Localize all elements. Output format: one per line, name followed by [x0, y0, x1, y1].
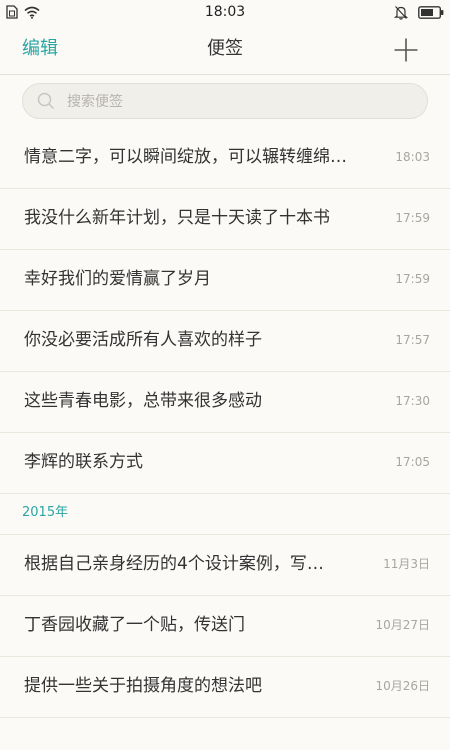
note-time: 17:05	[395, 455, 430, 469]
nav-bar: 编辑 便签	[0, 26, 450, 75]
note-row[interactable]: 丁香园收藏了一个贴，传送门 10月27日	[0, 596, 450, 657]
note-time: 10月26日	[375, 679, 430, 693]
search-icon	[37, 92, 55, 110]
note-time: 10月27日	[375, 618, 430, 632]
note-time: 17:57	[395, 333, 430, 347]
edit-button[interactable]: 编辑	[22, 36, 58, 62]
section-title: 2015年	[22, 505, 69, 520]
note-time: 17:30	[395, 394, 430, 408]
note-row[interactable]: 我没什么新年计划，只是十天读了十本书 17:59	[0, 189, 450, 250]
add-note-button[interactable]	[394, 38, 418, 62]
note-title: 这些青春电影，总带来很多感动	[24, 391, 262, 411]
note-row[interactable]: 李辉的联系方式 17:05	[0, 433, 450, 494]
status-bar: 18:03	[0, 0, 450, 26]
bell-off-icon	[394, 5, 408, 20]
note-title: 我没什么新年计划，只是十天读了十本书	[24, 208, 330, 228]
note-title: 根据自己亲身经历的4个设计案例，写…	[24, 554, 324, 574]
section-header-2015: 2015年	[0, 494, 450, 535]
note-row[interactable]: 提供一些关于拍摄角度的想法吧 10月26日	[0, 657, 450, 718]
note-row[interactable]: 情意二字，可以瞬间绽放，可以辗转缠绵… 18:03	[0, 128, 450, 189]
plus-icon	[394, 38, 418, 62]
note-time: 11月3日	[383, 557, 430, 571]
page-title: 便签	[207, 38, 243, 59]
note-time: 18:03	[395, 150, 430, 164]
note-time: 17:59	[395, 211, 430, 225]
note-row[interactable]: 你没必要活成所有人喜欢的样子 17:57	[0, 311, 450, 372]
note-title: 丁香园收藏了一个贴，传送门	[24, 615, 245, 635]
note-row[interactable]: 幸好我们的爱情赢了岁月 17:59	[0, 250, 450, 311]
note-row[interactable]: 根据自己亲身经历的4个设计案例，写… 11月3日	[0, 535, 450, 596]
search-bar[interactable]	[22, 83, 428, 119]
status-time: 18:03	[204, 4, 246, 20]
note-time: 17:59	[395, 272, 430, 286]
battery-icon	[418, 5, 444, 19]
note-title: 提供一些关于拍摄角度的想法吧	[24, 676, 262, 696]
notes-list: 情意二字，可以瞬间绽放，可以辗转缠绵… 18:03 我没什么新年计划，只是十天读…	[0, 128, 450, 718]
note-title: 你没必要活成所有人喜欢的样子	[24, 330, 262, 350]
note-title: 幸好我们的爱情赢了岁月	[24, 269, 211, 289]
search-input[interactable]	[67, 91, 407, 113]
note-title: 李辉的联系方式	[24, 452, 143, 472]
status-right-icons	[394, 4, 444, 20]
note-title: 情意二字，可以瞬间绽放，可以辗转缠绵…	[24, 147, 347, 167]
note-row[interactable]: 这些青春电影，总带来很多感动 17:30	[0, 372, 450, 433]
